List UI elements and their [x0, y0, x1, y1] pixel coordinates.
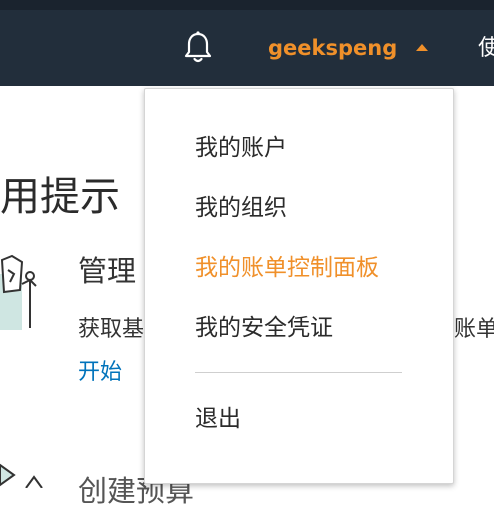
get-started-link[interactable]: 开始 [78, 354, 122, 386]
menu-item-sign-out[interactable]: 退出 [195, 404, 241, 434]
billing-illustration-icon [0, 240, 42, 330]
budget-illustration-icon [0, 455, 50, 489]
menu-divider [195, 372, 402, 373]
caret-up-icon[interactable] [416, 44, 428, 51]
card-description-tail: 账单 [454, 317, 494, 342]
menu-item-security-credentials[interactable]: 我的安全凭证 [195, 313, 333, 343]
menu-item-my-organization[interactable]: 我的组织 [195, 193, 287, 223]
top-navigation-bar: geekspeng 使 [0, 0, 494, 86]
menu-item-billing-dashboard[interactable]: 我的账单控制面板 [195, 253, 379, 283]
account-menu-button[interactable]: geekspeng [268, 32, 397, 64]
account-dropdown-menu: 我的账户 我的组织 我的账单控制面板 我的安全凭证 退出 [144, 88, 454, 484]
topbar-strip [0, 0, 494, 10]
nav-item-truncated[interactable]: 使 [478, 30, 494, 62]
card-description: 获取基 [78, 317, 145, 342]
menu-item-my-account[interactable]: 我的账户 [195, 133, 287, 163]
bell-icon[interactable] [178, 28, 218, 68]
card-title: 管理 [78, 254, 137, 288]
page-heading: 用提示 [0, 174, 120, 220]
